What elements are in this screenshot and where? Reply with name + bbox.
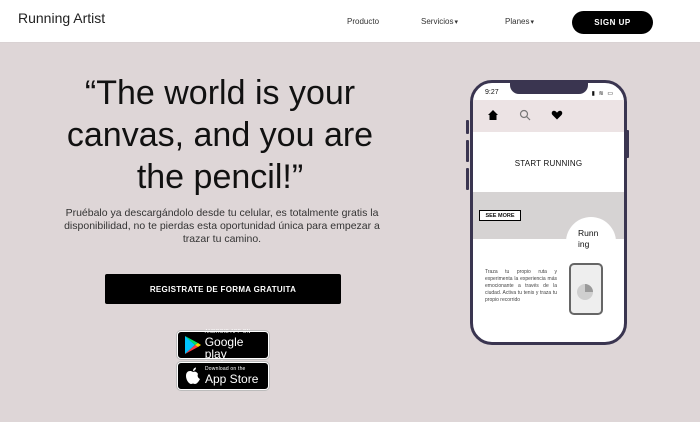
nav-item-servicios[interactable]: Servicios▾ xyxy=(421,17,458,26)
navbar: Running Artist Producto Servicios▾ Plane… xyxy=(0,0,700,43)
nav-item-producto[interactable]: Producto xyxy=(347,17,379,26)
see-more-button[interactable]: SEE MORE xyxy=(479,210,521,221)
phone-description: Traza tu propio ruta y experimenta la ex… xyxy=(485,269,557,303)
running-circle: Runn ing xyxy=(566,217,616,267)
phone-side-button xyxy=(466,120,469,134)
running-label-line2: ing xyxy=(578,239,590,249)
phone-notch xyxy=(510,83,588,94)
phone-status-icons: ▮ ≋ ▭ xyxy=(591,91,614,97)
phone-side-button xyxy=(466,168,469,190)
search-icon[interactable] xyxy=(519,108,531,121)
heart-icon[interactable] xyxy=(551,108,563,120)
google-play-name: Google play xyxy=(204,335,244,361)
nav-item-label: Producto xyxy=(347,17,380,26)
running-label-line1: Runn xyxy=(578,228,599,238)
apple-icon xyxy=(181,367,205,385)
chevron-down-icon: ▾ xyxy=(530,19,534,26)
nav-item-label: Planes xyxy=(505,17,530,26)
nav-item-planes[interactable]: Planes▾ xyxy=(505,17,534,26)
hero-subtitle: Pruébalo ya descargándolo desde tu celul… xyxy=(64,207,380,245)
home-icon[interactable] xyxy=(487,108,499,120)
app-store-badge[interactable]: Download on the App Store xyxy=(176,361,270,391)
brand-logo[interactable]: Running Artist xyxy=(18,10,105,26)
phone-mockup: 9:27 ▮ ≋ ▭ START RUNNING SEE MORE Runn i… xyxy=(470,80,627,345)
phone-app-header xyxy=(473,100,624,132)
signup-button[interactable]: SIGN UP xyxy=(572,11,653,34)
mini-phone-image xyxy=(569,263,603,315)
hero-title: “The world is your canvas, and you are t… xyxy=(66,74,374,196)
chevron-down-icon: ▾ xyxy=(454,19,458,26)
nav-item-label: Servicios xyxy=(421,17,454,26)
phone-time: 9:27 xyxy=(485,89,499,96)
register-free-button[interactable]: REGISTRATE DE FORMA GRATUITA xyxy=(105,274,341,304)
pie-graphic-icon xyxy=(577,284,593,300)
google-play-badge[interactable]: ANDROID APP ON Google play xyxy=(176,330,270,361)
app-store-name: App Store xyxy=(205,372,259,386)
start-running-label[interactable]: START RUNNING xyxy=(473,159,624,168)
phone-side-button xyxy=(466,140,469,162)
google-play-icon xyxy=(181,335,205,355)
